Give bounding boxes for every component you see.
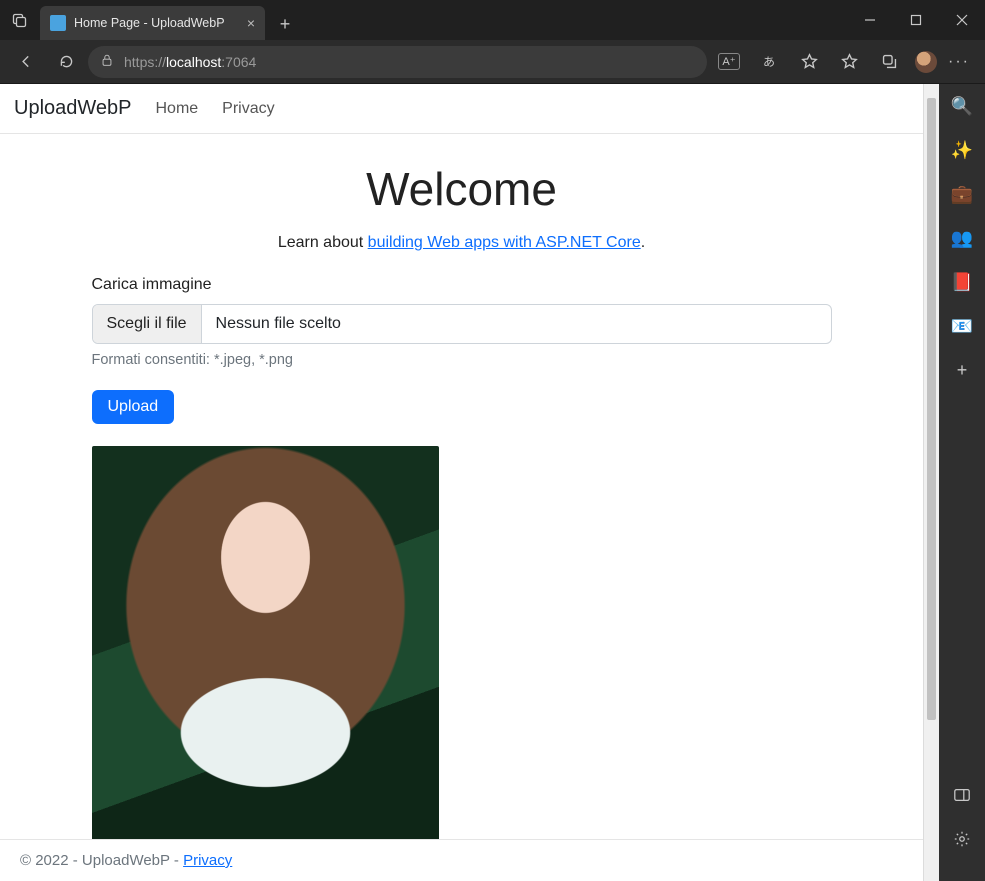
file-status: Nessun file scelto [202,315,355,333]
collections-button[interactable] [871,44,907,80]
browser-toolbar: https://localhost:7064 A⁺ あ ··· [0,40,985,84]
sidebar-add-icon[interactable]: + [950,358,974,382]
favorites-button[interactable] [831,44,867,80]
refresh-button[interactable] [48,44,84,80]
tabs-overview-button[interactable] [0,0,40,40]
nav-privacy[interactable]: Privacy [222,100,274,118]
new-tab-button[interactable]: + [269,8,301,40]
url-text: https://localhost:7064 [124,54,256,70]
url-port: :7064 [221,54,256,70]
main-container: Welcome Learn about building Web apps wi… [72,134,852,844]
footer-privacy-link[interactable]: Privacy [183,852,232,869]
browser-tab[interactable]: Home Page - UploadWebP × [40,6,265,40]
window-controls [847,0,985,40]
choose-file-button[interactable]: Scegli il file [93,305,202,343]
content-row: UploadWebP Home Privacy Welcome Learn ab… [0,84,985,881]
lead-link[interactable]: building Web apps with ASP.NET Core [368,234,641,251]
lead-suffix: . [641,234,645,251]
sidebar-toggle-icon[interactable] [950,783,974,807]
footer: © 2022 - UploadWebP - Privacy [0,839,923,881]
tab-close-icon[interactable]: × [247,15,255,31]
window-minimize-button[interactable] [847,0,893,40]
lock-icon [100,53,114,70]
window-close-button[interactable] [939,0,985,40]
back-button[interactable] [8,44,44,80]
window-maximize-button[interactable] [893,0,939,40]
url-host: localhost [166,54,221,70]
page-viewport: UploadWebP Home Privacy Welcome Learn ab… [0,84,923,881]
file-input[interactable]: Scegli il file Nessun file scelto [92,304,832,344]
vertical-scrollbar[interactable] [923,84,939,881]
address-bar[interactable]: https://localhost:7064 [88,46,707,78]
page: UploadWebP Home Privacy Welcome Learn ab… [0,84,923,881]
sidebar-people-icon[interactable]: 👥 [950,226,974,250]
profile-avatar[interactable] [915,51,937,73]
sidebar-settings-icon[interactable] [950,827,974,851]
upload-button[interactable]: Upload [92,390,175,424]
brand[interactable]: UploadWebP [14,97,131,120]
page-title: Welcome [92,162,832,216]
upload-label: Carica immagine [92,276,832,294]
sidebar-search-icon[interactable]: 🔍 [950,94,974,118]
uploaded-image [92,446,439,844]
window-titlebar: Home Page - UploadWebP × + [0,0,985,40]
site-navbar: UploadWebP Home Privacy [0,84,923,134]
tabs-row: Home Page - UploadWebP × + [40,0,847,40]
lead-prefix: Learn about [278,234,368,251]
footer-copyright: © 2022 - UploadWebP - [20,852,183,869]
url-scheme: https:// [124,54,166,70]
more-button[interactable]: ··· [941,44,977,80]
sidebar-briefcase-icon[interactable]: 💼 [950,182,974,206]
help-text: Formati consentiti: *.jpeg, *.png [92,352,832,368]
sidebar-copilot-icon[interactable]: ✨ [950,138,974,162]
edge-sidebar: 🔍 ✨ 💼 👥 📕 📧 + [939,84,985,881]
read-aloud-button[interactable]: A⁺ [711,44,747,80]
tab-title: Home Page - UploadWebP [74,16,225,30]
lead-text: Learn about building Web apps with ASP.N… [92,234,832,252]
translate-button[interactable]: あ [751,44,787,80]
nav-home[interactable]: Home [155,100,198,118]
page-favicon-icon [50,15,66,31]
scroll-thumb[interactable] [927,98,936,720]
favorites-add-button[interactable] [791,44,827,80]
sidebar-office-icon[interactable]: 📕 [950,270,974,294]
sidebar-outlook-icon[interactable]: 📧 [950,314,974,338]
